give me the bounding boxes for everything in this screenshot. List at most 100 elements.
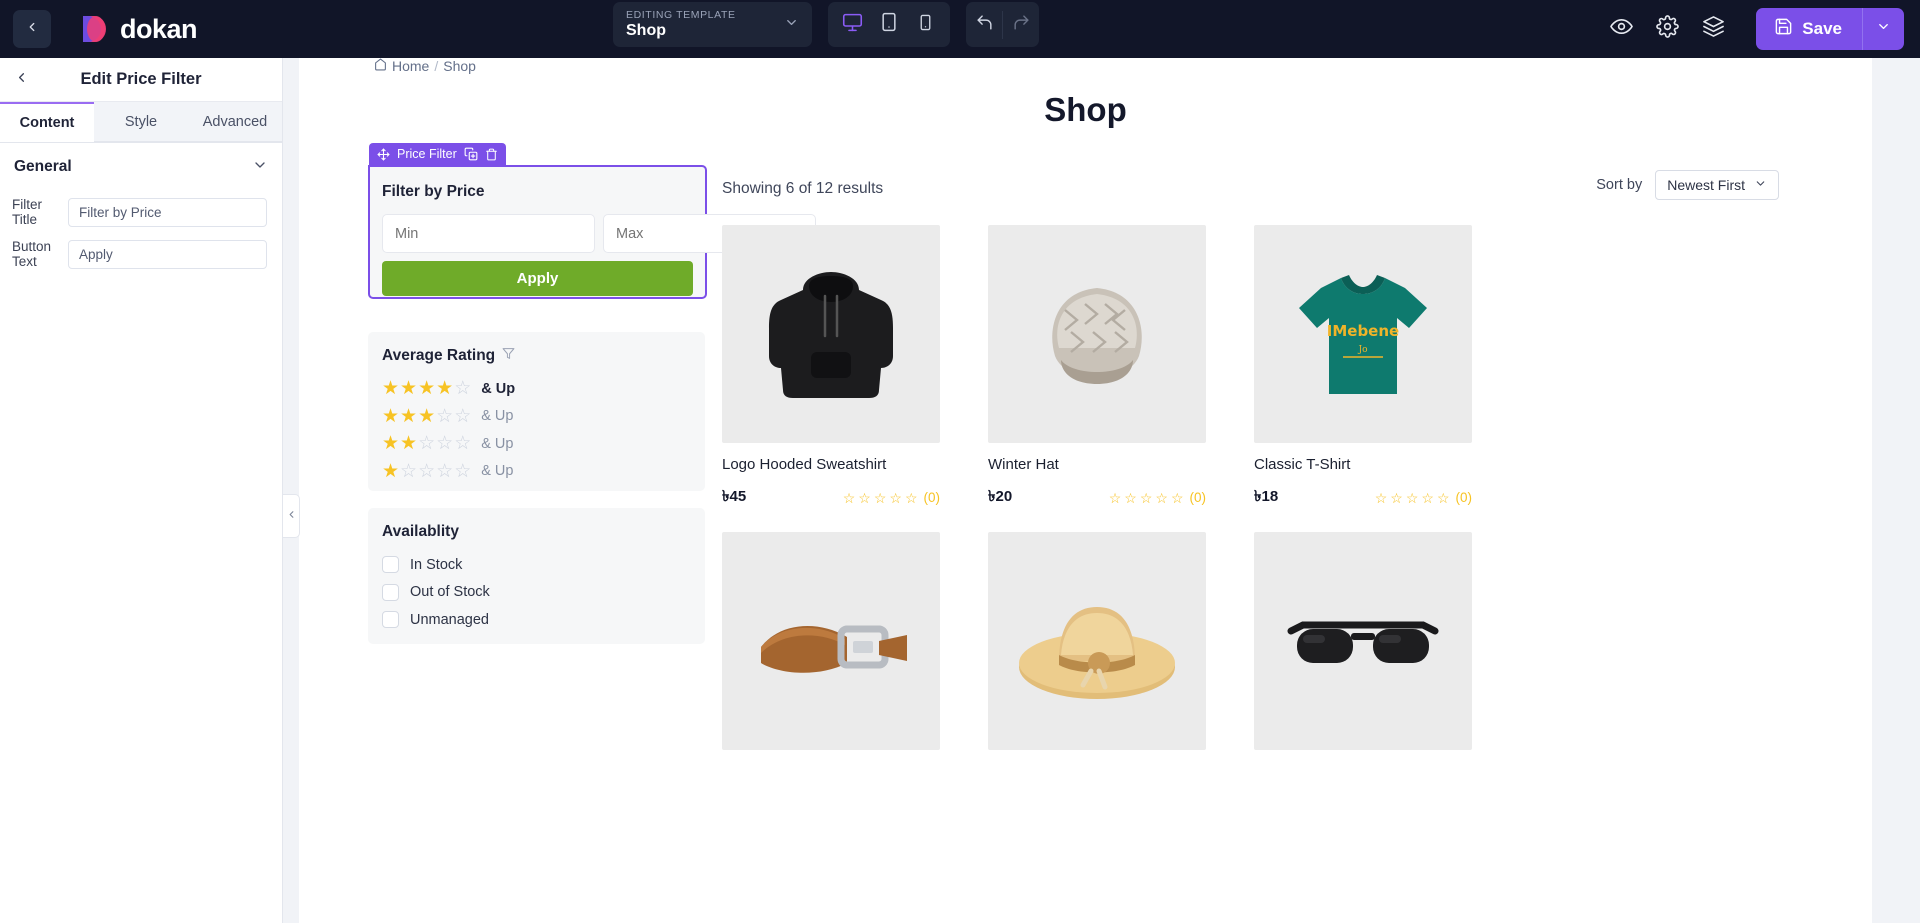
template-selector-value: Shop <box>626 22 666 39</box>
sort-label: Sort by <box>1596 177 1643 193</box>
widget-badge-label: Price Filter <box>397 147 457 161</box>
product-price: ৳20 <box>988 488 1013 505</box>
settings-button[interactable] <box>1654 15 1680 42</box>
product-card[interactable] <box>988 532 1206 763</box>
average-rating-title: Average Rating <box>382 347 691 365</box>
rating-row-3[interactable]: ★ ★ ★ ☆ ☆ & Up <box>382 403 691 431</box>
undo-button[interactable] <box>966 2 1002 47</box>
preview-button[interactable] <box>1608 16 1634 42</box>
tablet-icon <box>879 12 899 37</box>
tab-content[interactable]: Content <box>0 101 94 142</box>
field-button-text: Button Text <box>0 233 282 275</box>
rating-stars-2: ★ ★ ☆ ☆ ☆ <box>382 433 472 455</box>
chevron-down-icon <box>1754 177 1767 193</box>
section-general-title: General <box>14 158 72 175</box>
editor-back-button[interactable] <box>13 10 51 48</box>
top-right-tools: Save <box>1608 0 1920 58</box>
panel-back-button[interactable] <box>6 65 36 95</box>
price-filter-apply-button[interactable]: Apply <box>382 261 693 296</box>
product-image-sunglasses <box>1254 532 1472 750</box>
tablet-view-button[interactable] <box>874 10 904 40</box>
breadcrumb-separator: / <box>434 58 439 74</box>
availability-option-out-of-stock[interactable]: Out of Stock <box>382 579 691 607</box>
breadcrumb: Home / Shop <box>374 58 476 74</box>
availability-title: Availablity <box>382 523 459 540</box>
rating-row-2[interactable]: ★ ★ ☆ ☆ ☆ & Up <box>382 430 691 458</box>
product-card[interactable] <box>722 532 940 763</box>
svg-text:IMebene: IMebene <box>1327 322 1399 340</box>
trash-icon[interactable] <box>485 148 498 161</box>
checkbox-unmanaged[interactable] <box>382 611 399 629</box>
rating-stars-4: ★ ★ ★ ★ ☆ <box>382 378 472 400</box>
checkbox-out-of-stock[interactable] <box>382 583 399 601</box>
template-selector[interactable]: EDITING TEMPLATE Shop <box>613 2 812 47</box>
filter-title-input[interactable] <box>68 197 267 227</box>
chevron-down-icon <box>784 15 799 35</box>
breadcrumb-home[interactable]: Home <box>392 58 429 74</box>
product-card[interactable]: Winter Hat ৳20 ☆ ☆ ☆ ☆ ☆ (0) <box>988 225 1206 510</box>
product-card[interactable]: Logo Hooded Sweatshirt ৳45 ☆ ☆ ☆ ☆ ☆ (0) <box>722 225 940 510</box>
widget-settings-panel: Edit Price Filter Content Style Advanced… <box>0 58 283 923</box>
rating-row-1[interactable]: ★ ☆ ☆ ☆ ☆ & Up <box>382 458 691 486</box>
redo-icon <box>1012 13 1031 37</box>
mobile-view-button[interactable] <box>911 10 941 40</box>
availability-label-unmanaged: Unmanaged <box>410 611 489 628</box>
tab-advanced[interactable]: Advanced <box>188 102 282 142</box>
product-meta: ৳45 ☆ ☆ ☆ ☆ ☆ (0) <box>722 485 940 510</box>
save-options-button[interactable] <box>1863 19 1904 39</box>
product-name: Winter Hat <box>988 456 1059 473</box>
chevron-left-icon <box>25 20 39 39</box>
page-title: Shop <box>1044 91 1127 128</box>
price-filter-title: Filter by Price <box>382 183 485 200</box>
section-general[interactable]: General <box>0 143 282 191</box>
tab-style[interactable]: Style <box>94 102 188 142</box>
product-meta: ৳20 ☆ ☆ ☆ ☆ ☆ (0) <box>988 485 1206 510</box>
rating-stars-3: ★ ★ ★ ☆ ☆ <box>382 405 472 427</box>
dokan-logo-text: dokan <box>120 13 198 44</box>
product-image-belt <box>722 532 940 750</box>
redo-button[interactable] <box>1003 2 1039 47</box>
product-price: ৳45 <box>722 488 747 505</box>
availability-option-in-stock[interactable]: In Stock <box>382 551 691 579</box>
chevron-left-icon <box>286 507 297 525</box>
rating-row-3-label: & Up <box>481 408 514 425</box>
product-card[interactable] <box>1254 532 1472 763</box>
move-arrows-icon[interactable] <box>377 148 390 161</box>
dokan-logo-icon <box>77 13 109 45</box>
duplicate-icon[interactable] <box>464 147 478 161</box>
sort-dropdown[interactable]: Newest First <box>1655 170 1779 200</box>
product-review-count: (0) <box>1455 490 1473 505</box>
desktop-view-button[interactable] <box>837 10 867 40</box>
layers-button[interactable] <box>1700 16 1726 42</box>
dokan-logo[interactable]: dokan <box>77 13 198 45</box>
breadcrumb-current: Shop <box>443 58 476 74</box>
layers-icon <box>1702 15 1725 43</box>
funnel-icon[interactable] <box>502 347 515 365</box>
save-button-label: Save <box>1802 19 1842 38</box>
product-image-beanie <box>988 225 1206 443</box>
save-button[interactable]: Save <box>1756 17 1862 41</box>
rating-row-4[interactable]: ★ ★ ★ ★ ☆ & Up <box>382 375 691 403</box>
rating-row-1-label: & Up <box>481 463 514 480</box>
product-image-strawhat <box>988 532 1206 750</box>
svg-text:Jo: Jo <box>1357 345 1367 355</box>
availability-option-unmanaged[interactable]: Unmanaged <box>382 606 691 634</box>
chevron-down-icon <box>1876 19 1891 39</box>
sort-dropdown-value: Newest First <box>1667 177 1745 193</box>
rating-stars-1: ★ ☆ ☆ ☆ ☆ <box>382 460 472 482</box>
price-filter-inputs <box>382 214 816 253</box>
save-disk-icon <box>1774 17 1793 41</box>
history-group <box>966 2 1039 47</box>
price-filter-widget[interactable]: Filter by Price Apply <box>368 165 816 299</box>
product-review-count: (0) <box>923 490 941 505</box>
panel-collapse-handle[interactable] <box>283 494 300 538</box>
checkbox-in-stock[interactable] <box>382 556 399 574</box>
price-min-input[interactable] <box>382 214 595 253</box>
button-text-input[interactable] <box>68 239 267 269</box>
field-filter-title: Filter Title <box>0 191 282 233</box>
sort-control: Sort by Newest First <box>1596 170 1779 200</box>
product-review-count: (0) <box>1189 490 1207 505</box>
average-rating-widget: Average Rating ★ ★ ★ ★ ☆ & Up ★ ★ ★ ☆ ☆ & Up ★ ★ ☆… <box>368 332 705 491</box>
field-button-text-label: Button Text <box>12 239 52 269</box>
product-card[interactable]: IMebene Jo Classic T-Shirt ৳18 ☆ ☆ ☆ ☆ ☆ (0) <box>1254 225 1472 510</box>
